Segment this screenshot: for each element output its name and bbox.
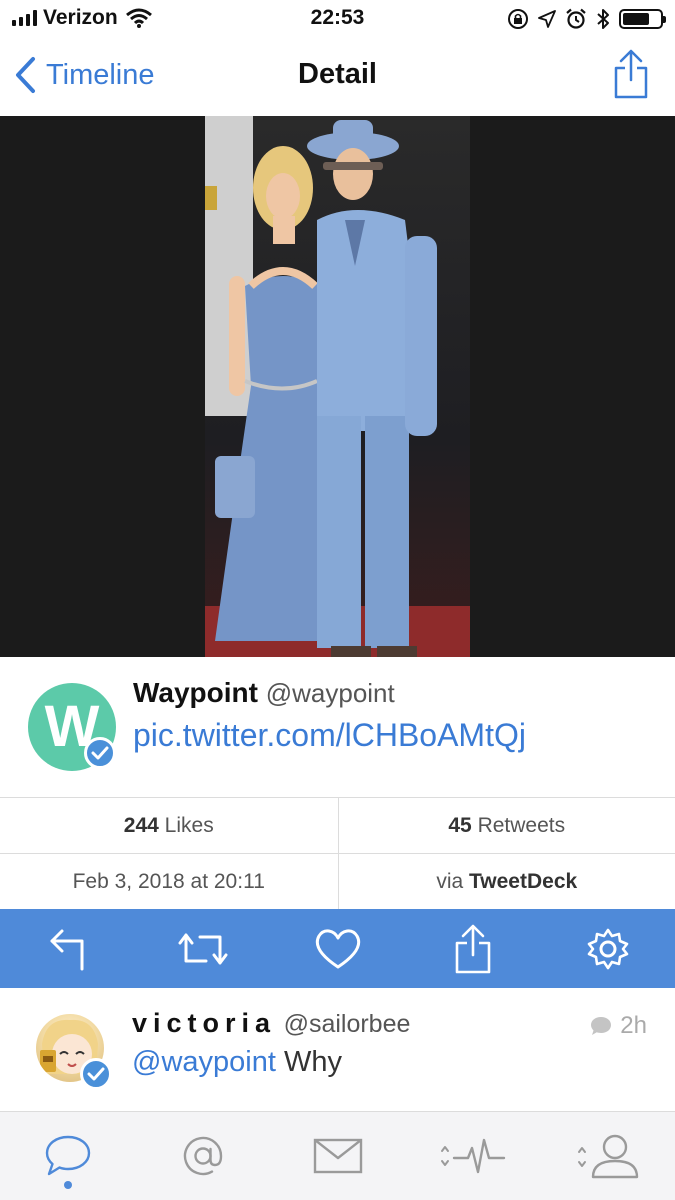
avatar[interactable]: W	[28, 683, 116, 771]
bluetooth-icon	[597, 9, 609, 29]
reply-author-handle[interactable]: @sailorbee	[284, 1010, 411, 1038]
active-tab-indicator	[63, 1181, 72, 1189]
tab-messages[interactable]	[298, 1121, 378, 1191]
share-icon	[455, 924, 490, 973]
page-title: Detail	[298, 58, 377, 90]
tab-timeline[interactable]	[28, 1121, 108, 1191]
action-bar	[0, 909, 675, 988]
speech-bubble-icon	[45, 1135, 90, 1176]
tweet-timestamp: Feb 3, 2018 at 20:11	[72, 870, 265, 893]
like-button[interactable]	[308, 919, 368, 979]
likes-label: Likes	[164, 814, 214, 837]
at-sign-icon	[183, 1136, 222, 1176]
reply-age: 2h	[620, 1012, 647, 1039]
stats-row-meta: Feb 3, 2018 at 20:11 via TweetDeck	[0, 854, 675, 910]
activity-icon	[440, 1138, 505, 1174]
tweet-photo[interactable]	[205, 116, 470, 657]
tweet-stats: 244 Likes 45 Retweets Feb 3, 2018 at 20:…	[0, 797, 675, 910]
user-icon	[577, 1134, 638, 1179]
envelope-icon	[313, 1138, 362, 1174]
share-button[interactable]	[613, 48, 649, 105]
tweet-link[interactable]: pic.twitter.com/lCHBoAMtQj	[133, 717, 526, 754]
verified-badge-icon	[84, 737, 116, 769]
rotation-lock-icon	[508, 9, 528, 29]
like-icon	[315, 929, 360, 968]
reply-button[interactable]	[38, 919, 98, 979]
reply-header: victoria @sailorbee	[132, 1008, 410, 1039]
author-name[interactable]: Waypoint	[133, 677, 258, 708]
reply-item[interactable]: victoria @sailorbee 2h @waypoint Why	[0, 988, 675, 1112]
reply-text: Why	[283, 1046, 342, 1078]
retweets-label: Retweets	[477, 814, 566, 837]
tab-mentions[interactable]	[163, 1121, 243, 1191]
retweets-count: 45	[448, 814, 472, 837]
reply-meta: 2h	[590, 1012, 647, 1040]
reply-author-name[interactable]: victoria	[132, 1008, 276, 1038]
client-name: TweetDeck	[469, 870, 578, 893]
location-icon	[538, 10, 556, 28]
alarm-icon	[566, 8, 586, 29]
share-icon	[614, 49, 648, 99]
verified-badge-icon	[80, 1058, 112, 1090]
speech-bubble-icon	[591, 1017, 612, 1035]
status-bar: Verizon 22:53	[0, 0, 675, 38]
author-handle[interactable]: @waypoint	[266, 678, 395, 708]
reply-mention[interactable]: @waypoint	[132, 1046, 276, 1078]
likes-count: 244	[123, 814, 159, 837]
reply-body: @waypoint Why	[132, 1046, 342, 1079]
stats-row-engagement: 244 Likes 45 Retweets	[0, 798, 675, 854]
via-label: via	[436, 870, 464, 893]
retweet-button[interactable]	[173, 919, 233, 979]
media-viewer[interactable]	[0, 116, 675, 657]
settings-icon	[587, 928, 628, 969]
photo-illustration	[205, 116, 470, 657]
retweets-stat[interactable]: 45 Retweets	[337, 798, 675, 853]
reply-icon	[50, 929, 83, 970]
settings-button[interactable]	[578, 919, 638, 979]
tweet-detail: W Waypoint @waypoint pic.twitter.com/lCH…	[0, 657, 675, 797]
tab-profile[interactable]	[568, 1121, 648, 1191]
likes-stat[interactable]: 244 Likes	[0, 798, 338, 853]
share-tweet-button[interactable]	[443, 919, 503, 979]
status-right	[507, 8, 666, 30]
battery-icon	[619, 9, 666, 29]
nav-bar: Timeline Detail	[0, 38, 675, 116]
tab-bar	[0, 1112, 675, 1200]
tweet-header: Waypoint @waypoint	[133, 677, 395, 709]
retweet-icon	[178, 933, 227, 964]
tab-activity[interactable]	[433, 1121, 513, 1191]
tweet-client: via TweetDeck	[337, 854, 675, 910]
